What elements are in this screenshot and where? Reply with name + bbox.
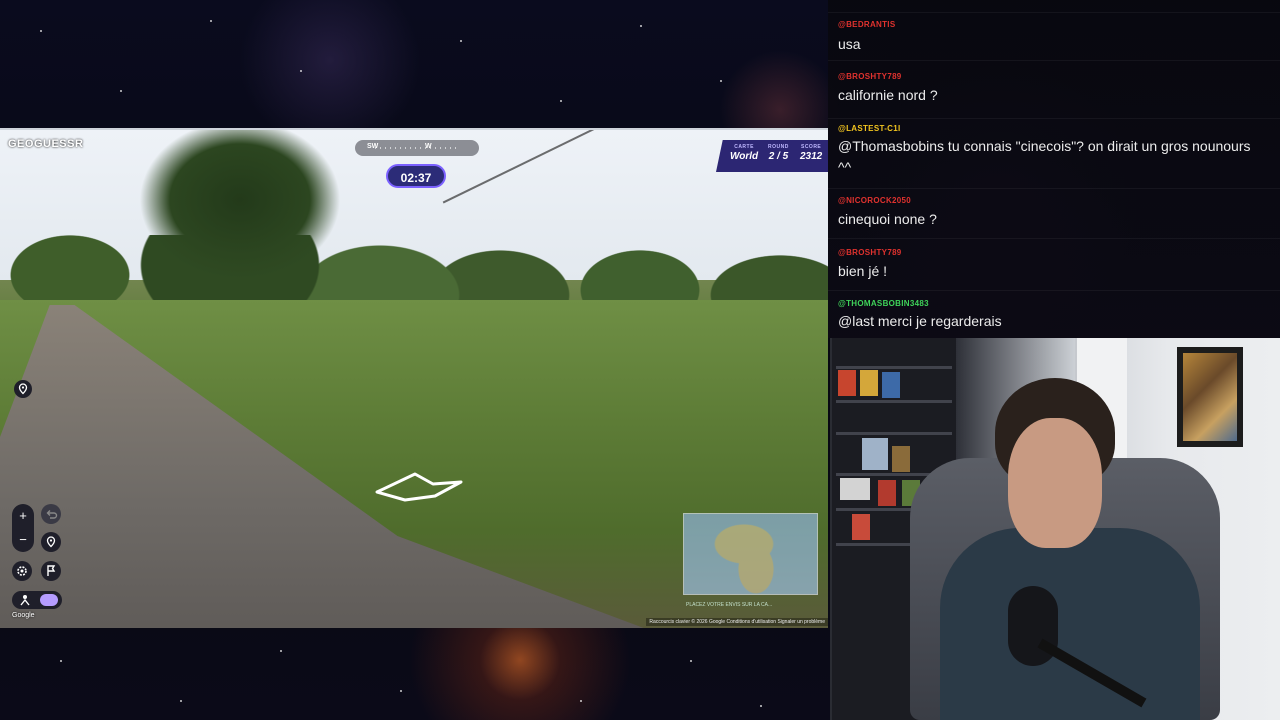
score-info: SCORE 2312 — [800, 144, 822, 162]
geoguessr-logo[interactable]: GEOGUESSR — [8, 138, 83, 150]
zoom-out-button[interactable]: − — [12, 528, 34, 552]
streamer-face — [1008, 418, 1102, 548]
chat-username: @BEDRANTIS — [838, 20, 896, 29]
chat-message-cutoff — [828, 0, 1280, 13]
chat-username: @NICOROCK2050 — [838, 196, 912, 205]
undo-icon — [46, 510, 58, 519]
mode-toggle[interactable] — [12, 591, 62, 609]
toggle-knob — [40, 594, 58, 606]
guess-minimap[interactable] — [683, 513, 818, 595]
chat-message: @NICOROCK2050 cinequoi none ? — [828, 192, 1280, 239]
chat-text: @last merci je regarderais — [838, 313, 1002, 329]
chat-text: bien jé ! — [838, 263, 888, 279]
chat-text: cinequoi none ? — [838, 211, 937, 227]
round-info: ROUND 2 / 5 — [768, 144, 789, 162]
minimap-hint: PLACEZ VOTRE ENVIS SUR LA CA... — [686, 602, 773, 608]
chat-username: @THOMASBOBIN3483 — [838, 299, 929, 308]
chat-message: @LASTEST-C1I @Thomasbobins tu connais "c… — [828, 120, 1280, 189]
google-footer-links[interactable]: Raccourcis clavier © 2026 Google Conditi… — [646, 618, 828, 626]
geoguessr-street-view[interactable]: GEOGUESSR SW W 02:37 CARTE World ROUND 2… — [0, 128, 828, 628]
compass-ticks — [375, 147, 459, 149]
flag-icon — [47, 565, 56, 576]
undo-button[interactable] — [41, 504, 61, 524]
checkpoint-icon — [20, 595, 30, 606]
map-info: CARTE World — [730, 144, 758, 162]
stream-chat: @BEDRANTIS usa @BROSHTY789 californie no… — [828, 0, 1280, 338]
round-timer: 02:37 — [386, 164, 446, 188]
move-arrow[interactable] — [375, 470, 465, 504]
compass-sw-label: SW — [367, 143, 379, 150]
pin-icon — [18, 383, 28, 395]
zoom-controls: + − — [12, 504, 34, 552]
zoom-in-button[interactable]: + — [12, 504, 34, 528]
settings-button[interactable] — [12, 561, 32, 581]
google-attribution: Google — [12, 612, 35, 619]
chat-message: @BROSHTY789 californie nord ? — [828, 66, 1280, 119]
chat-message: @BROSHTY789 bien jé ! — [828, 244, 1280, 291]
streamer — [940, 378, 1200, 720]
return-to-start-button[interactable] — [41, 532, 61, 552]
round-label: ROUND — [768, 144, 789, 150]
chat-message: @BEDRANTIS usa — [828, 14, 1280, 61]
score-label: SCORE — [800, 144, 822, 150]
compass: SW W — [355, 140, 479, 156]
compass-pin-button[interactable] — [14, 380, 32, 398]
map-value: World — [730, 151, 759, 162]
chat-message: @THOMASBOBIN3483 @last merci je regarder… — [828, 294, 1280, 338]
streamer-webcam — [830, 338, 1280, 720]
compass-w-label: W — [425, 143, 432, 150]
pin-icon — [46, 536, 56, 548]
checkpoint-button[interactable] — [41, 561, 61, 581]
chat-text: @Thomasbobins tu connais "cinecois"? on … — [838, 138, 1251, 175]
chat-text: californie nord ? — [838, 87, 938, 103]
gear-icon — [17, 566, 27, 576]
score-value: 2312 — [800, 151, 823, 162]
chat-text: usa — [838, 36, 861, 52]
chat-username: @BROSHTY789 — [838, 72, 902, 81]
streamer-body — [940, 528, 1200, 720]
chat-username: @BROSHTY789 — [838, 248, 902, 257]
game-info-panel: CARTE World ROUND 2 / 5 SCORE 2312 — [716, 140, 828, 172]
round-value: 2 / 5 — [768, 151, 789, 162]
map-label: CARTE — [734, 144, 754, 150]
chat-username: @LASTEST-C1I — [838, 124, 901, 133]
large-tree — [140, 130, 340, 280]
